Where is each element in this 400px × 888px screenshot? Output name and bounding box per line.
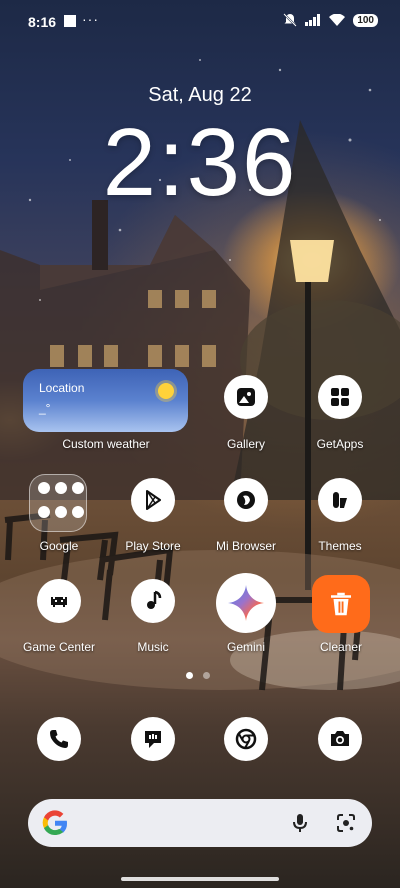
gemini-star-icon xyxy=(228,585,264,621)
page-dot xyxy=(203,672,210,679)
gallery-app-icon[interactable] xyxy=(224,375,268,419)
status-time: 8:16 xyxy=(28,14,57,30)
cleaner-app-icon[interactable] xyxy=(312,575,370,633)
mi-browser-label: Mi Browser xyxy=(215,539,276,553)
signal-icon xyxy=(305,14,321,26)
folder-app-icon xyxy=(38,482,50,494)
camera-icon xyxy=(331,731,349,746)
google-search-bar[interactable] xyxy=(28,799,372,847)
phone-icon xyxy=(50,730,68,748)
play-store-icon xyxy=(146,490,161,510)
status-bar: 8:16 ··· 100 xyxy=(0,0,400,44)
camera-app-icon[interactable] xyxy=(318,717,362,761)
notification-icon xyxy=(64,15,76,27)
battery-indicator: 100 xyxy=(353,13,378,27)
themes-label: Themes xyxy=(318,539,362,553)
clock: 2:36 xyxy=(102,109,298,216)
chrome-app-icon[interactable] xyxy=(224,717,268,761)
music-app-icon[interactable] xyxy=(131,579,175,623)
themes-app-icon[interactable] xyxy=(318,478,362,522)
page-dot-active xyxy=(186,672,193,679)
lens-icon[interactable] xyxy=(334,811,358,835)
mi-browser-app-icon[interactable] xyxy=(224,478,268,522)
music-label: Music xyxy=(137,640,169,654)
play-store-app-icon[interactable] xyxy=(131,478,175,522)
messages-app-icon[interactable] xyxy=(131,717,175,761)
weather-widget-label: Custom weather xyxy=(62,437,150,451)
status-icons: 100 xyxy=(283,13,378,27)
folder-app-icon xyxy=(55,482,67,494)
gemini-label: Gemini xyxy=(226,640,265,654)
date: Sat, Aug 22 xyxy=(148,84,252,106)
trash-icon xyxy=(331,592,351,616)
gallery-icon xyxy=(237,388,255,406)
weather-temperature: _° xyxy=(39,401,51,415)
gallery-label: Gallery xyxy=(226,437,265,451)
page-indicator xyxy=(186,672,210,679)
messages-icon xyxy=(145,731,161,748)
more-notifications-indicator: ··· xyxy=(82,11,99,27)
getapps-app-icon[interactable] xyxy=(318,375,362,419)
weather-location: Location xyxy=(39,381,85,395)
cleaner-label: Cleaner xyxy=(319,640,363,654)
chrome-icon xyxy=(235,728,257,750)
play-store-label: Play Store xyxy=(125,539,181,553)
themes-icon xyxy=(333,492,347,508)
sun-icon xyxy=(158,383,174,399)
weather-widget[interactable]: Location _° xyxy=(23,369,188,432)
space-invader-icon xyxy=(51,597,67,607)
mic-icon[interactable] xyxy=(288,811,312,835)
wifi-icon xyxy=(329,14,346,26)
gemini-app-icon[interactable] xyxy=(216,573,276,633)
silent-bell-icon xyxy=(283,13,298,27)
folder-app-icon xyxy=(72,505,84,518)
google-g-icon xyxy=(42,810,68,836)
folder-app-icon xyxy=(38,505,50,518)
mi-browser-icon xyxy=(237,491,255,509)
getapps-icon xyxy=(331,388,349,406)
gesture-navigation-bar[interactable] xyxy=(121,877,279,881)
folder-app-icon xyxy=(55,505,67,518)
game-center-label: Game Center xyxy=(22,640,96,654)
game-center-app-icon[interactable] xyxy=(37,579,81,623)
music-note-icon xyxy=(147,590,162,609)
getapps-label: GetApps xyxy=(316,437,364,451)
google-folder-label: Google xyxy=(39,539,79,553)
phone-app-icon[interactable] xyxy=(37,717,81,761)
folder-app-icon xyxy=(72,482,84,494)
google-folder[interactable] xyxy=(29,474,87,532)
